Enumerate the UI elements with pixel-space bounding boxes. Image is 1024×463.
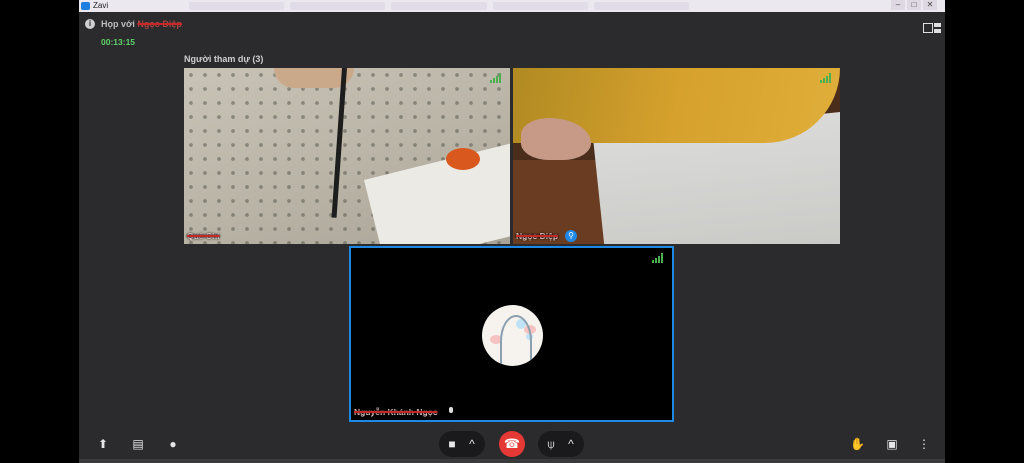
participants-icon[interactable]: ▣ bbox=[885, 437, 899, 451]
info-icon[interactable]: i bbox=[85, 19, 95, 29]
meeting-title: Họp với Ngọc Diệp bbox=[101, 19, 182, 29]
meeting-timer: 00:13:15 bbox=[101, 37, 136, 47]
background-tab bbox=[593, 2, 690, 10]
signal-strength-icon bbox=[820, 73, 832, 83]
whiteboard-icon[interactable]: ▤ bbox=[131, 437, 145, 451]
avatar-decoration bbox=[500, 315, 532, 366]
video-tile[interactable]: Quế Chi bbox=[184, 68, 510, 244]
microphone-icon[interactable]: ⍦ bbox=[544, 437, 558, 451]
app-logo-icon bbox=[81, 2, 90, 10]
participants-count-label: Người tham dự (3) bbox=[184, 54, 264, 64]
bottom-edge bbox=[79, 459, 945, 463]
window-titlebar: Zavi – □ ✕ bbox=[79, 0, 945, 12]
camera-control: ■ ^ bbox=[439, 431, 485, 457]
participant-name: Nguyễn Khánh Ngọc bbox=[354, 407, 438, 417]
background-tab bbox=[391, 2, 487, 10]
end-call-button[interactable]: ☎ bbox=[499, 431, 525, 457]
video-content bbox=[446, 148, 480, 170]
video-content bbox=[331, 68, 347, 218]
meeting-toolbar: ⬆ ▤ ● ■ ^ ☎ ⍦ ^ ✋ ▣ ⋮ bbox=[79, 429, 945, 459]
more-options-icon[interactable]: ⋮ bbox=[917, 437, 931, 451]
camera-icon[interactable]: ■ bbox=[445, 437, 459, 451]
signal-strength-icon bbox=[490, 73, 502, 83]
chevron-up-icon[interactable]: ^ bbox=[465, 437, 479, 451]
background-tab bbox=[492, 2, 588, 10]
background-tabs bbox=[189, 2, 690, 10]
maximize-icon[interactable]: □ bbox=[907, 0, 921, 10]
video-tile-active[interactable]: Nguyễn Khánh Ngọc bbox=[349, 246, 674, 422]
microphone-icon bbox=[448, 407, 454, 416]
background-tab bbox=[290, 2, 386, 10]
share-screen-icon[interactable]: ⬆ bbox=[96, 437, 110, 451]
participant-name: Quế Chi bbox=[187, 231, 220, 241]
participant-name: Ngọc Diệp bbox=[516, 231, 559, 241]
meeting-title-prefix: Họp với bbox=[101, 19, 135, 29]
window-controls: – □ ✕ bbox=[891, 0, 937, 10]
signal-strength-icon bbox=[652, 253, 664, 263]
avatar bbox=[482, 305, 543, 366]
minimize-icon[interactable]: – bbox=[891, 0, 905, 10]
chevron-up-icon[interactable]: ^ bbox=[564, 437, 578, 451]
background-tab bbox=[189, 2, 285, 10]
microphone-control: ⍦ ^ bbox=[538, 431, 584, 457]
raise-hand-icon[interactable]: ✋ bbox=[850, 437, 865, 451]
close-icon[interactable]: ✕ bbox=[923, 0, 937, 10]
meeting-window: Zavi – □ ✕ i Họp với Ngọc Diệp 00:13:15 … bbox=[79, 0, 945, 463]
video-tile[interactable]: Ngọc Diệp ⚲ bbox=[513, 68, 840, 244]
video-content bbox=[364, 134, 510, 244]
app-name: Zavi bbox=[93, 1, 109, 10]
chat-icon[interactable]: ● bbox=[166, 437, 180, 451]
pin-icon[interactable]: ⚲ bbox=[565, 230, 577, 242]
meeting-title-name: Ngọc Diệp bbox=[137, 19, 182, 29]
layout-toggle-icon[interactable] bbox=[923, 22, 941, 34]
